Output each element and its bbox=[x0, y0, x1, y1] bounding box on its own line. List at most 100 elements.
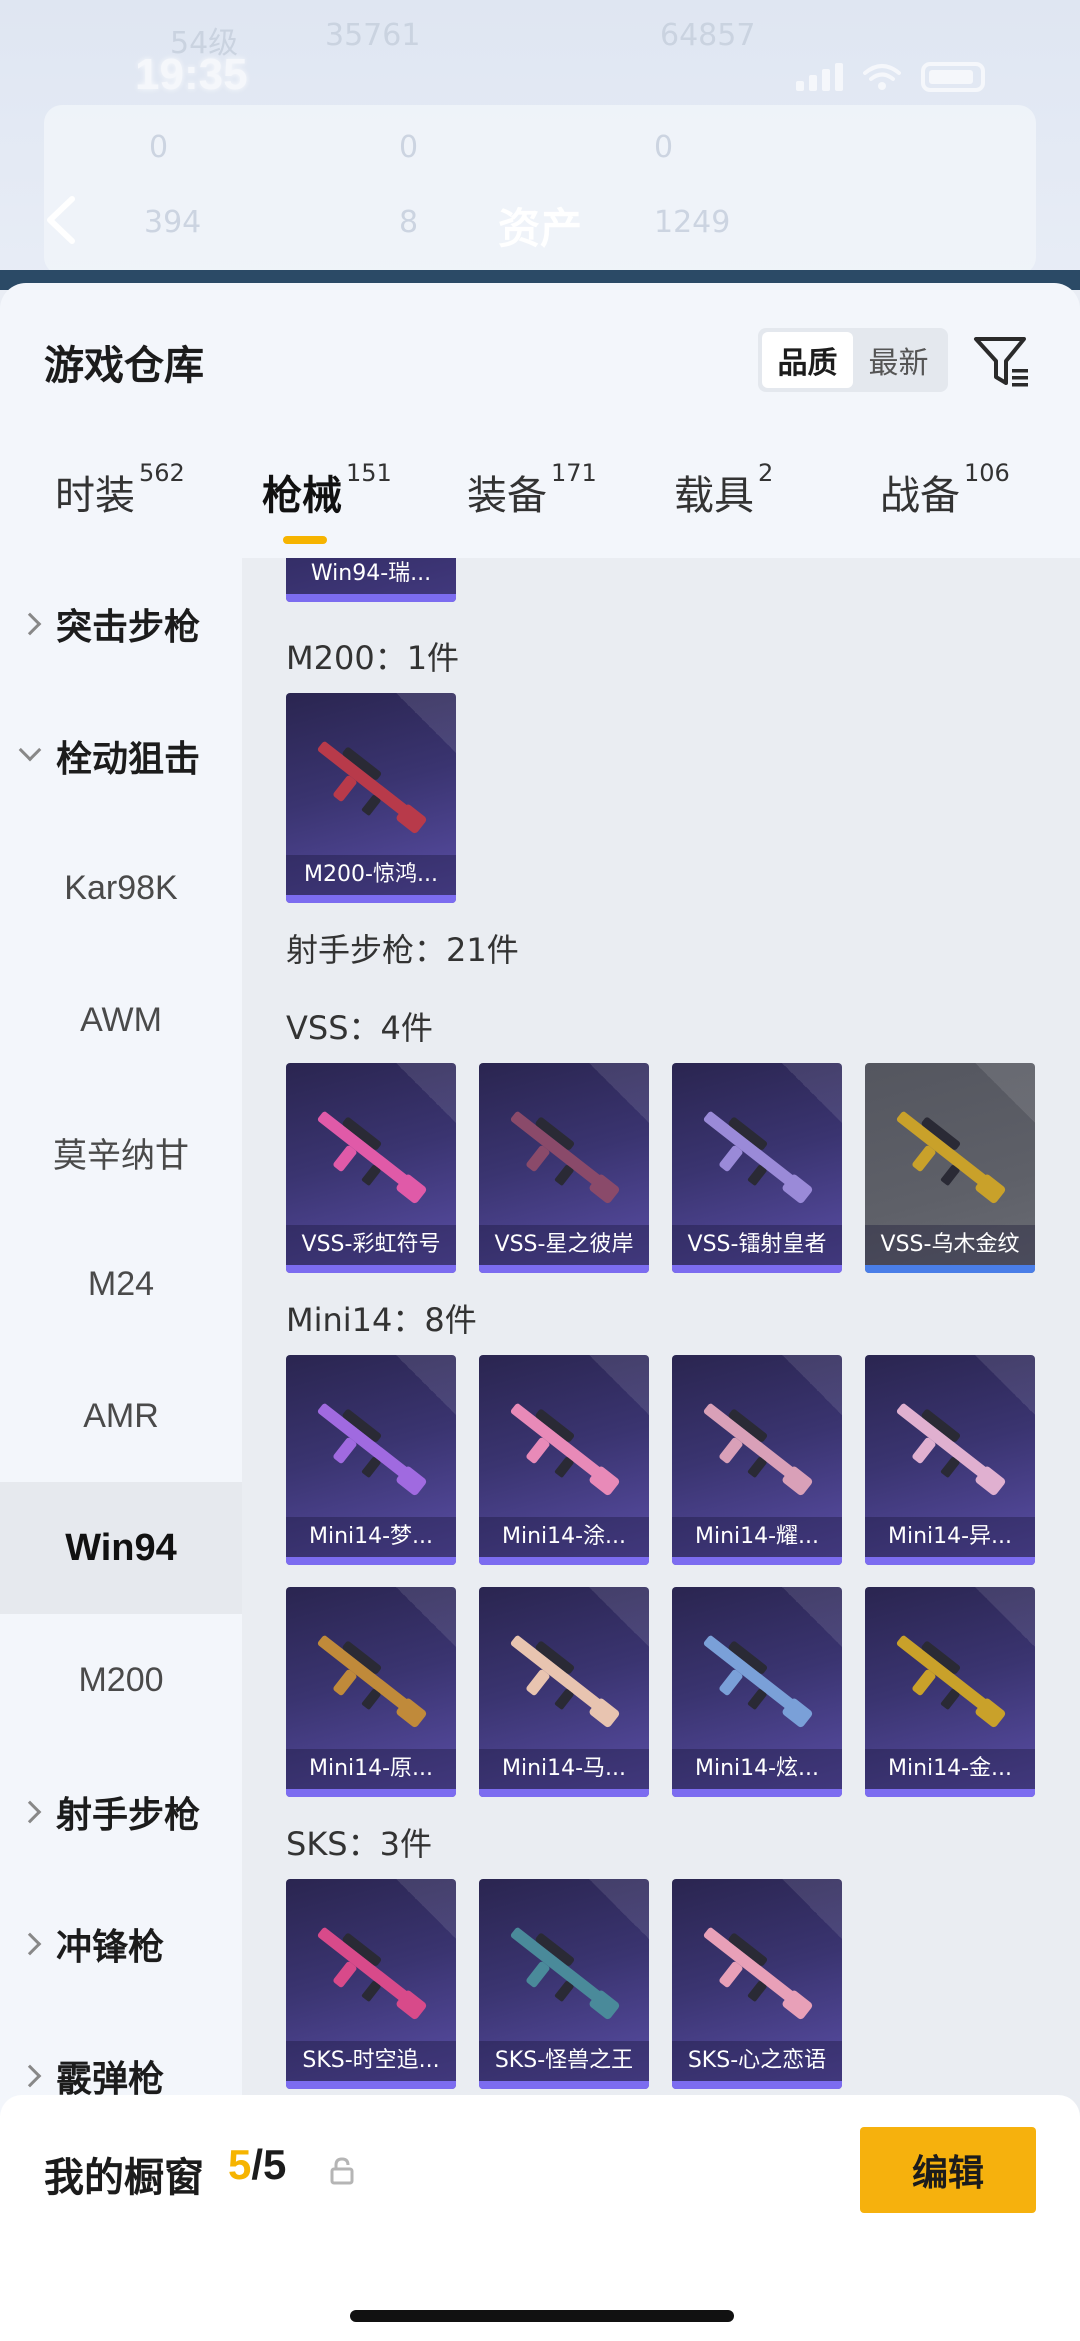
weapon-image bbox=[703, 1635, 813, 1728]
rarity-stripe bbox=[479, 1557, 649, 1565]
nav-assault-rifles[interactable]: 突击步枪 bbox=[0, 558, 242, 690]
weapon-card[interactable]: VSS-星之彼岸 bbox=[479, 1063, 649, 1273]
weapon-name: Mini14-炫... bbox=[672, 1749, 842, 1789]
weapon-card[interactable]: Mini14-耀... bbox=[672, 1355, 842, 1565]
weapon-image bbox=[896, 1111, 1006, 1204]
weapon-name: M200-惊鸿... bbox=[286, 855, 456, 895]
weapon-card[interactable]: VSS-彩虹符号 bbox=[286, 1063, 456, 1273]
sort-newest-button[interactable]: 最新 bbox=[853, 332, 944, 388]
nav-amr[interactable]: AMR bbox=[0, 1350, 242, 1482]
weapon-card[interactable]: SKS-心之恋语 bbox=[672, 1879, 842, 2089]
battery-icon bbox=[921, 62, 985, 92]
weapon-name: Mini14-涂... bbox=[479, 1517, 649, 1557]
rarity-stripe bbox=[672, 1265, 842, 1273]
section-label: SKS：3件 bbox=[286, 1825, 432, 1863]
weapon-image bbox=[510, 1403, 620, 1496]
tab-combat-prep[interactable]: 战备 106 bbox=[880, 459, 1010, 521]
weapon-name: VSS-镭射皇者 bbox=[672, 1225, 842, 1265]
rarity-stripe bbox=[865, 1265, 1035, 1273]
sort-quality-button[interactable]: 品质 bbox=[762, 332, 853, 388]
nav-awm[interactable]: AWM bbox=[0, 954, 242, 1086]
rarity-stripe bbox=[286, 1789, 456, 1797]
nav-m200[interactable]: M200 bbox=[0, 1614, 242, 1746]
rarity-stripe bbox=[865, 1789, 1035, 1797]
weapon-card[interactable]: Mini14-金... bbox=[865, 1587, 1035, 1797]
weapon-image bbox=[317, 1927, 427, 2020]
nav-win94[interactable]: Win94 bbox=[0, 1482, 242, 1614]
lock-icon[interactable] bbox=[330, 2157, 354, 2185]
weapon-card[interactable]: Mini14-梦... bbox=[286, 1355, 456, 1565]
rarity-stripe bbox=[286, 1557, 456, 1565]
section-label: Mini14：8件 bbox=[286, 1301, 477, 1339]
weapon-name: VSS-乌木金纹 bbox=[865, 1225, 1035, 1265]
rarity-stripe bbox=[286, 895, 456, 903]
sheet-title: 游戏仓库 bbox=[44, 343, 204, 389]
weapon-image bbox=[510, 1111, 620, 1204]
chevron-right-icon bbox=[18, 1932, 42, 1956]
weapon-card[interactable]: Mini14-马... bbox=[479, 1587, 649, 1797]
weapon-image bbox=[317, 741, 427, 834]
rarity-stripe bbox=[479, 2081, 649, 2089]
weapon-name: Mini14-原... bbox=[286, 1749, 456, 1789]
bg-count: 0 bbox=[399, 130, 419, 165]
active-tab-indicator bbox=[283, 536, 327, 544]
weapon-card[interactable]: SKS-怪兽之王 bbox=[479, 1879, 649, 2089]
nav-kar98k[interactable]: Kar98K bbox=[0, 822, 242, 954]
weapon-image bbox=[510, 1927, 620, 2020]
weapon-card[interactable]: VSS-镭射皇者 bbox=[672, 1063, 842, 1273]
bg-count: 0 bbox=[654, 130, 674, 165]
weapon-name: Mini14-异... bbox=[865, 1517, 1035, 1557]
rarity-stripe bbox=[286, 2081, 456, 2089]
showcase-total: /5 bbox=[251, 2141, 287, 2188]
game-warehouse-sheet: 游戏仓库 品质 最新 时装 562 枪械 151 装备 171 载具 2 战备 106 bbox=[0, 283, 1080, 2341]
home-indicator bbox=[350, 2310, 734, 2322]
weapon-name: Mini14-耀... bbox=[672, 1517, 842, 1557]
weapon-image bbox=[896, 1403, 1006, 1496]
tab-fashion[interactable]: 时装 562 bbox=[55, 459, 185, 521]
nav-bolt-snipers[interactable]: 栓动狙击 bbox=[0, 690, 242, 822]
weapon-grid: Win94-瑞... M200：1件 M200-惊鸿... 射手步枪：21件 VSS：4… bbox=[242, 558, 1080, 2178]
tab-vehicles[interactable]: 载具 2 bbox=[674, 459, 773, 521]
status-icons bbox=[796, 62, 985, 92]
bg-page-title: 资产 bbox=[497, 204, 582, 253]
edit-button[interactable]: 编辑 bbox=[860, 2127, 1036, 2213]
rarity-stripe bbox=[672, 1557, 842, 1565]
weapon-card[interactable]: Mini14-涂... bbox=[479, 1355, 649, 1565]
nav-smgs[interactable]: 冲锋枪 bbox=[0, 1878, 242, 2010]
sort-toggle: 品质 最新 bbox=[758, 328, 948, 392]
weapon-name: Mini14-金... bbox=[865, 1749, 1035, 1789]
weapon-card[interactable]: Mini14-原... bbox=[286, 1587, 456, 1797]
signal-icon bbox=[796, 63, 843, 91]
chevron-right-icon bbox=[18, 2064, 42, 2088]
weapon-card[interactable]: VSS-乌木金纹 bbox=[865, 1063, 1035, 1273]
weapon-image bbox=[703, 1111, 813, 1204]
weapon-image bbox=[510, 1635, 620, 1728]
nav-marksman-rifles[interactable]: 射手步枪 bbox=[0, 1746, 242, 1878]
background-header: 54级 35761 64857 19:35 0 0 0 394 8 1249 资… bbox=[0, 0, 1080, 290]
weapon-card[interactable]: Mini14-炫... bbox=[672, 1587, 842, 1797]
chevron-down-icon bbox=[18, 738, 42, 762]
weapon-image bbox=[317, 1403, 427, 1496]
weapon-card-partial[interactable]: Win94-瑞... bbox=[286, 558, 456, 602]
weapon-card[interactable]: SKS-时空追... bbox=[286, 1879, 456, 2089]
weapon-name: Win94-瑞... bbox=[286, 558, 456, 594]
section-label: VSS：4件 bbox=[286, 1009, 433, 1047]
chevron-right-icon bbox=[18, 1800, 42, 1824]
nav-m24[interactable]: M24 bbox=[0, 1218, 242, 1350]
weapon-image bbox=[703, 1403, 813, 1496]
chevron-right-icon bbox=[18, 612, 42, 636]
bg-count: 0 bbox=[149, 130, 169, 165]
tab-equipment[interactable]: 装备 171 bbox=[467, 459, 597, 521]
weapon-card[interactable]: M200-惊鸿... bbox=[286, 693, 456, 903]
rarity-stripe bbox=[865, 1557, 1035, 1565]
weapon-image bbox=[317, 1635, 427, 1728]
filter-icon[interactable] bbox=[972, 331, 1032, 391]
weapon-name: SKS-怪兽之王 bbox=[479, 2041, 649, 2081]
showcase-bar: 我的橱窗 5/5 编辑 bbox=[0, 2095, 1080, 2341]
nav-mosin[interactable]: 莫辛纳甘 bbox=[0, 1086, 242, 1218]
tab-guns[interactable]: 枪械 151 bbox=[262, 459, 392, 521]
weapon-type-nav: 突击步枪 栓动狙击 Kar98K AWM 莫辛纳甘 M24 AMR Win94 … bbox=[0, 558, 242, 2178]
rarity-stripe bbox=[286, 594, 456, 602]
weapon-card[interactable]: Mini14-异... bbox=[865, 1355, 1035, 1565]
wifi-icon bbox=[863, 64, 901, 90]
